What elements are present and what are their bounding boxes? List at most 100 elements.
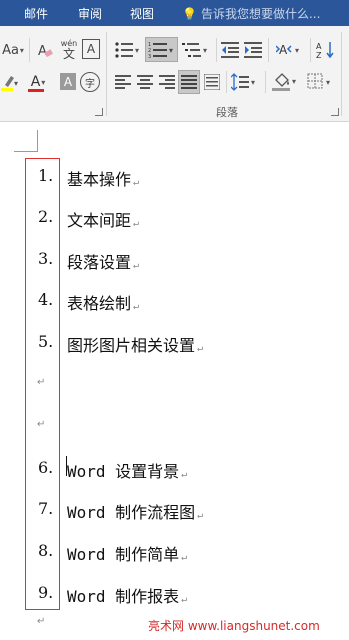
tab-view[interactable]: 视图 [130, 5, 154, 22]
list-item[interactable]: 图形图片相关设置 ↵ [67, 332, 203, 356]
sort-icon: AZ [316, 42, 334, 59]
svg-text:▾: ▾ [292, 77, 296, 86]
paragraph-mark: ↵ [133, 301, 140, 312]
tab-review[interactable]: 审阅 [78, 5, 102, 22]
list-number: 5. [38, 332, 54, 351]
svg-text:▾: ▾ [295, 46, 299, 55]
shading-button[interactable]: ▾ [270, 70, 302, 94]
align-left-icon [115, 75, 131, 89]
list-item[interactable]: Word 制作流程图 ↵ [67, 499, 203, 523]
justify-icon [181, 75, 197, 89]
align-right-button[interactable] [157, 71, 177, 93]
chinese-layout-button[interactable]: A ▾ [274, 38, 306, 62]
character-shading-button[interactable]: A [60, 73, 76, 90]
list-item[interactable]: Word 制作报表 ↵ [67, 583, 187, 607]
list-item[interactable]: Word 设置背景 ↵ [67, 458, 187, 482]
paragraph-mark: ↵ [197, 343, 204, 354]
line-spacing-icon: ▾ [231, 73, 255, 91]
justify-button[interactable] [178, 70, 200, 94]
clear-formatting-button[interactable]: A [34, 38, 56, 62]
list-item[interactable]: Word 制作简单 ↵ [67, 541, 187, 565]
svg-text:▾: ▾ [251, 78, 255, 87]
tell-me-text: 告诉我您想要做什么... [200, 7, 321, 21]
highlighter-icon: ▾ [1, 76, 18, 91]
sort-button[interactable]: AZ [314, 38, 338, 62]
list-number: 9. [38, 583, 54, 602]
list-number: 2. [38, 207, 54, 226]
line-spacing-button[interactable]: ▾ [230, 71, 260, 93]
list-item[interactable]: 表格绘制 ↵ [67, 290, 139, 314]
enclose-characters-button[interactable]: 字 [80, 72, 100, 92]
list-number: 8. [38, 541, 54, 560]
divider [265, 71, 266, 93]
distributed-button[interactable] [202, 71, 222, 93]
list-number: 6. [38, 458, 54, 477]
list-item[interactable]: 文本间距 ↵ [67, 207, 139, 231]
character-border-button[interactable]: A [82, 39, 100, 59]
increase-indent-icon [244, 42, 262, 58]
site-watermark: 亮术网 www.liangshunet.com [148, 619, 320, 633]
tab-mailings[interactable]: 邮件 [24, 5, 48, 22]
paragraph-group-label: 段落 [216, 106, 238, 119]
font-color-button[interactable]: A ▾ [24, 70, 52, 94]
group-divider [341, 32, 342, 116]
list-number: 7. [38, 499, 54, 518]
align-right-icon [159, 75, 175, 89]
phonetic-guide-button[interactable]: wén 文 [58, 36, 80, 64]
paragraph-mark: ↵ [181, 594, 188, 605]
divider [29, 38, 30, 62]
svg-text:▾: ▾ [14, 79, 18, 88]
align-left-button[interactable] [113, 71, 133, 93]
align-center-button[interactable] [135, 71, 155, 93]
paragraph-mark: ↵ [197, 510, 204, 521]
multilevel-list-button[interactable]: ▾ [180, 38, 212, 62]
divider [216, 38, 217, 62]
list-number: 4. [38, 290, 54, 309]
chinese-layout-icon: A ▾ [276, 43, 299, 57]
svg-text:▾: ▾ [203, 46, 207, 55]
svg-text:A: A [279, 43, 288, 57]
chevron-down-icon: ▾ [19, 45, 24, 55]
list-number: 1. [38, 166, 54, 185]
divider [310, 38, 311, 62]
numbering-button[interactable]: 1 2 3 ▾ [145, 37, 178, 62]
divider [226, 71, 227, 93]
font-dialog-launcher-icon[interactable] [95, 108, 103, 116]
svg-text:3: 3 [148, 54, 151, 59]
increase-indent-button[interactable] [243, 38, 263, 62]
svg-text:▾: ▾ [326, 78, 330, 87]
tell-me-box[interactable]: 💡 告诉我您想要做什么... [182, 5, 320, 22]
ribbon-tab-bar: 邮件 审阅 视图 💡 告诉我您想要做什么... [0, 0, 349, 26]
clear-formatting-icon: A [38, 44, 53, 59]
svg-text:▾: ▾ [169, 46, 173, 55]
bullets-icon: ▾ [115, 42, 139, 58]
svg-text:A: A [38, 44, 47, 59]
paragraph-mark: ↵ [181, 469, 188, 480]
paragraph-mark: ↵ [133, 218, 140, 229]
distributed-icon [204, 74, 220, 90]
numbered-list-icon: 1 2 3 ▾ [148, 42, 173, 59]
list-item[interactable]: 基本操作 ↵ [67, 166, 139, 190]
empty-paragraph-mark: ↵ [37, 419, 46, 430]
multilevel-list-icon: ▾ [182, 43, 207, 57]
empty-paragraph-mark: ↵ [37, 377, 46, 388]
svg-text:A: A [316, 42, 322, 51]
list-number: 3. [38, 249, 54, 268]
decrease-indent-icon [221, 42, 239, 58]
change-case-button[interactable]: Aa ▾ [0, 40, 26, 60]
list-item[interactable]: 段落设置 ↵ [67, 249, 139, 273]
lightbulb-icon: 💡 [182, 7, 197, 21]
decrease-indent-button[interactable] [220, 38, 240, 62]
chevron-down-icon: ▾ [41, 77, 46, 87]
paragraph-mark: ↵ [181, 552, 188, 563]
font-color-swatch [28, 89, 44, 92]
divider [268, 38, 269, 62]
svg-text:▾: ▾ [135, 46, 139, 55]
highlight-color-button[interactable]: ▾ [0, 72, 22, 92]
empty-paragraph-mark: ↵ [37, 616, 46, 627]
paragraph-mark: ↵ [133, 177, 140, 188]
bullets-button[interactable]: ▾ [112, 38, 144, 62]
borders-button[interactable]: ▾ [306, 70, 336, 94]
paragraph-dialog-launcher-icon[interactable] [331, 108, 339, 116]
page-margin-corner-mark [14, 130, 38, 152]
